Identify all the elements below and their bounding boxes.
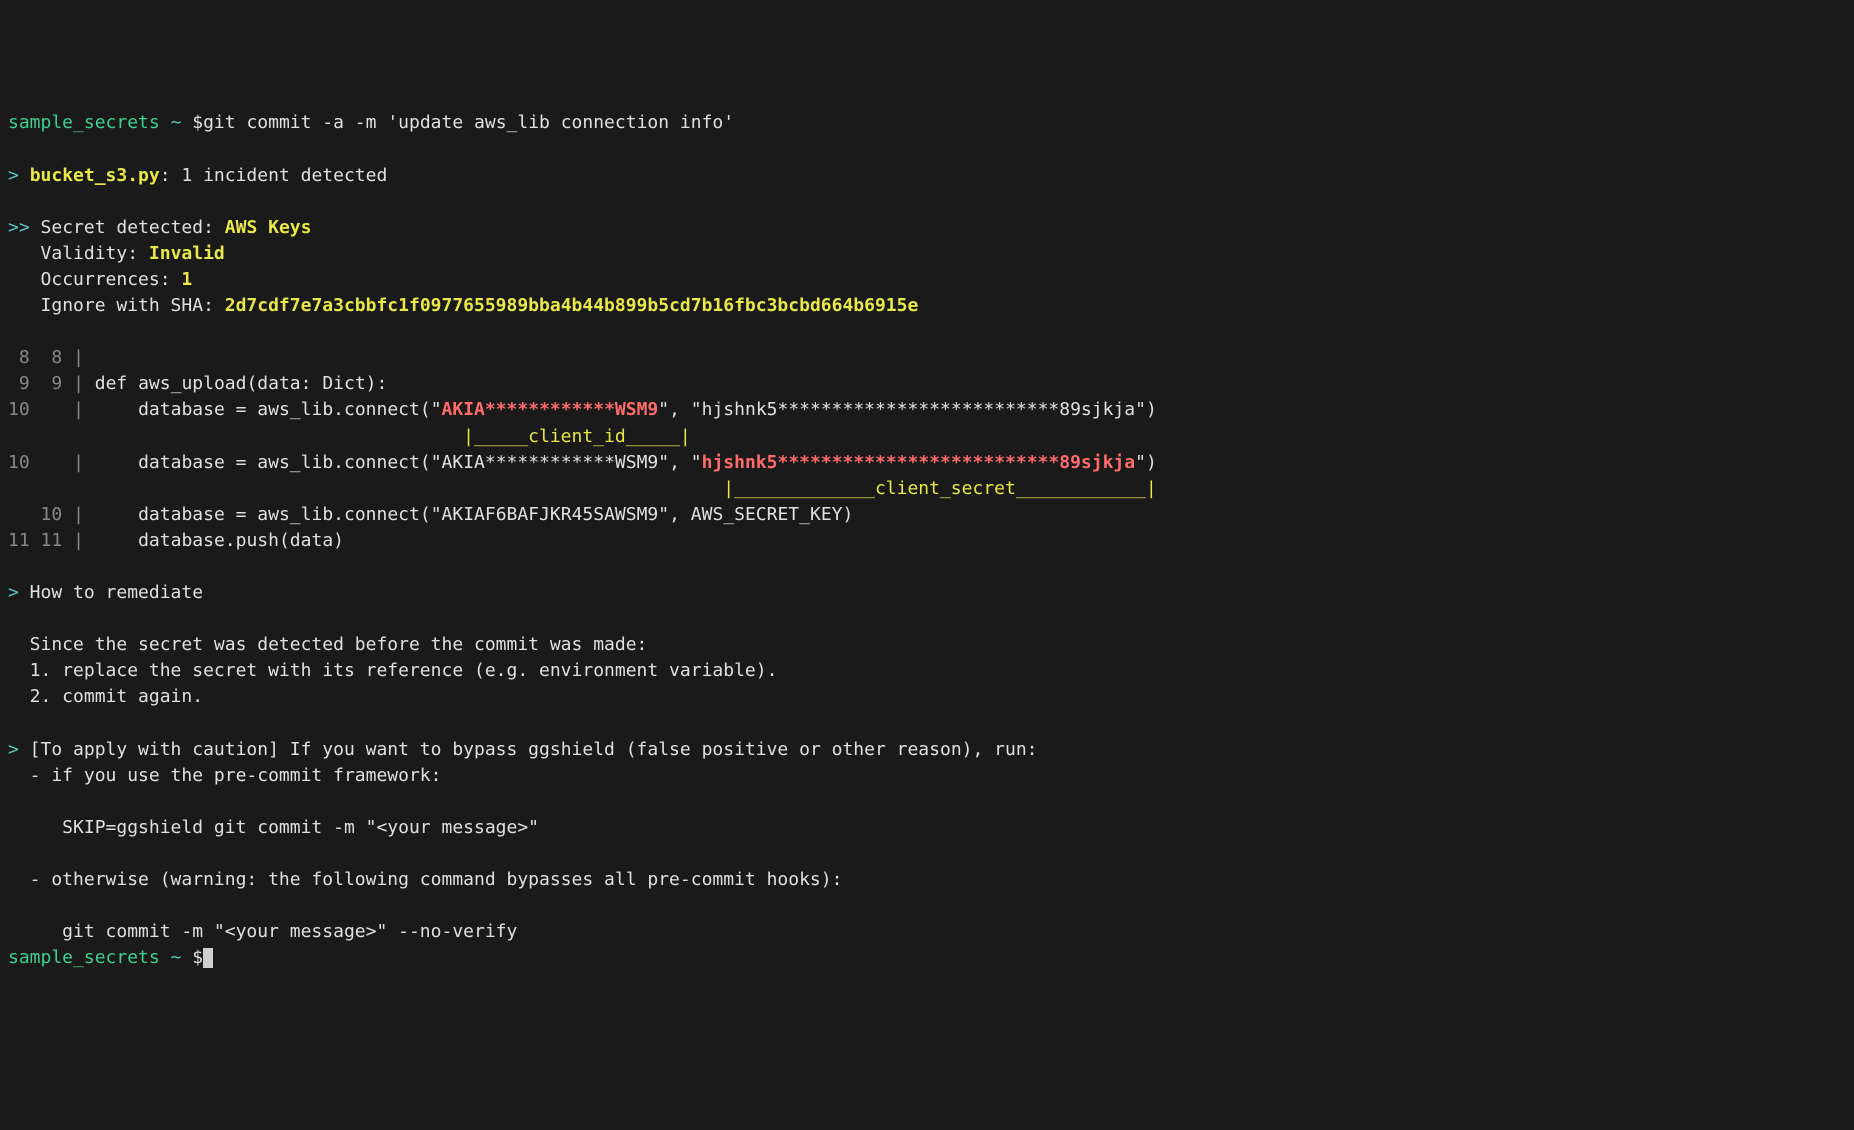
command-text: git commit -a -m 'update aws_lib connect… [203, 112, 734, 133]
line-no-a [8, 504, 30, 525]
code-line: database = aws_lib.connect("AKIAF6BAFJKR… [84, 504, 853, 525]
prompt-sep: ~ [171, 112, 182, 133]
occurrences-label: Occurrences: [41, 269, 182, 290]
code-post: ") [1135, 452, 1157, 473]
secret-client-id: AKIA************WSM9 [442, 399, 659, 420]
line-no-b: 8 [41, 347, 63, 368]
secret-client-secret: hjshnk5**************************89sjkja [702, 452, 1135, 473]
remediate-title: How to remediate [19, 582, 203, 603]
line-no-b: 9 [41, 373, 63, 394]
code-line: database.push(data) [84, 530, 344, 551]
remediate-marker: > [8, 582, 19, 603]
cursor[interactable] [203, 948, 213, 968]
bypass-marker: > [8, 739, 19, 760]
terminal-output[interactable]: sample_secrets ~ $git commit -a -m 'upda… [8, 110, 1846, 971]
bypass-cmd: git commit -m "<your message>" --no-veri… [8, 921, 517, 942]
validity-label: Validity: [41, 243, 149, 264]
code-mid: ", "hjshnk5**************************89s… [658, 399, 1157, 420]
incident-suffix: : 1 incident detected [160, 165, 388, 186]
prompt-dollar: $ [192, 947, 203, 968]
detect-marker: >> [8, 217, 30, 238]
diff-pipe: | [73, 452, 84, 473]
line-no-b: 10 [41, 504, 63, 525]
prompt-sep: ~ [171, 947, 182, 968]
line-no-a: 8 [8, 347, 30, 368]
diff-pipe: | [73, 530, 84, 551]
diff-pipe: | [73, 347, 84, 368]
diff-pipe: | [73, 504, 84, 525]
incident-marker: > [8, 165, 19, 186]
underline-client-id: |_____client_id_____| [8, 426, 691, 447]
detect-label: Secret detected: [41, 217, 225, 238]
prompt-cwd: sample_secrets [8, 112, 160, 133]
line-no-b: 11 [41, 530, 63, 551]
line-no-a: 10 [8, 399, 30, 420]
incident-filename: bucket_s3.py [30, 165, 160, 186]
occurrences-value: 1 [181, 269, 192, 290]
line-no-a: 9 [8, 373, 30, 394]
remediate-line: 2. commit again. [8, 686, 203, 707]
underline-client-secret: |_____________client_secret____________| [8, 478, 1157, 499]
code-pre: database = aws_lib.connect(" [84, 399, 442, 420]
remediate-line: Since the secret was detected before the… [8, 634, 647, 655]
ignore-sha: 2d7cdf7e7a3cbbfc1f0977655989bba4b44b899b… [225, 295, 919, 316]
ignore-label: Ignore with SHA: [41, 295, 225, 316]
line-no-a: 10 [8, 452, 30, 473]
bypass-title: [To apply with caution] If you want to b… [19, 739, 1038, 760]
bypass-line: - if you use the pre-commit framework: [8, 765, 441, 786]
diff-pipe: | [73, 399, 84, 420]
prompt-cwd: sample_secrets [8, 947, 160, 968]
line-no-b [41, 452, 63, 473]
code-line: def aws_upload(data: Dict): [84, 373, 387, 394]
detect-type: AWS Keys [225, 217, 312, 238]
line-no-a: 11 [8, 530, 30, 551]
remediate-line: 1. replace the secret with its reference… [8, 660, 777, 681]
line-no-b [41, 399, 63, 420]
diff-pipe: | [73, 373, 84, 394]
prompt-dollar: $ [192, 112, 203, 133]
bypass-cmd: SKIP=ggshield git commit -m "<your messa… [8, 817, 539, 838]
code-pre: database = aws_lib.connect("AKIA********… [84, 452, 702, 473]
validity-value: Invalid [149, 243, 225, 264]
bypass-line: - otherwise (warning: the following comm… [8, 869, 842, 890]
